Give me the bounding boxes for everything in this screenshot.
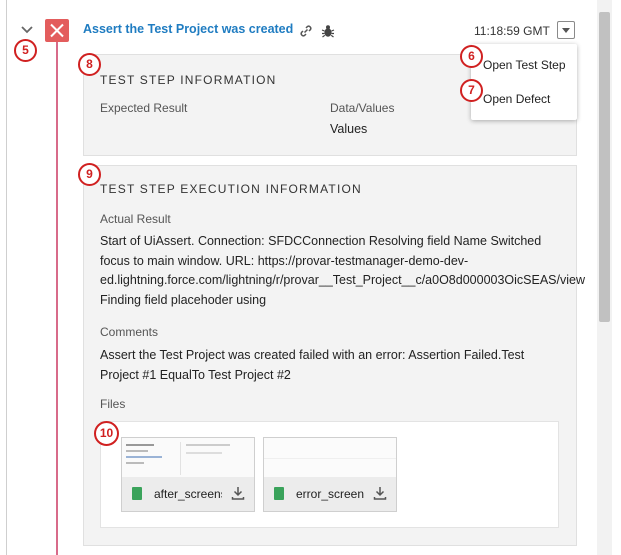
comments-text: Assert the Test Project was created fail… [100, 346, 570, 385]
actual-result-line: Finding field placehoder using [100, 292, 267, 307]
file-thumbnail-after-screenshot[interactable]: after_screenshot.png [121, 437, 255, 512]
files-label: Files [100, 397, 126, 411]
menu-item-open-test-step[interactable]: Open Test Step [483, 58, 566, 72]
actual-result-text: Start of UiAssert. Connection: SFDCConne… [100, 232, 597, 310]
screenshot-preview [122, 438, 254, 478]
comments-line: Assert the Test Project was created fail… [100, 348, 525, 362]
image-file-icon [132, 487, 142, 500]
actions-dropdown-menu: Open Test Step Open Defect [471, 44, 577, 120]
actual-result-line: focus to main window. URL: https://prova… [100, 253, 469, 268]
failed-status-icon[interactable] [45, 19, 69, 42]
actual-result-line: Start of UiAssert. Connection: SFDCConne… [100, 234, 542, 248]
file-footer: after_screenshot.png [122, 477, 254, 511]
actions-dropdown-button[interactable] [557, 21, 575, 39]
annotation-badge: 5 [14, 39, 37, 62]
bug-icon[interactable] [320, 23, 336, 39]
scrollbar-thumb[interactable] [599, 12, 610, 322]
timeline-line [56, 42, 58, 555]
file-thumbnail-error-screenshot[interactable]: error_screenshot.png [263, 437, 397, 512]
data-values-label: Data/Values [330, 101, 395, 115]
download-icon[interactable] [372, 485, 388, 501]
annotation-badge: 8 [78, 53, 101, 76]
step-timestamp: 11:18:59 GMT [474, 24, 550, 38]
download-icon[interactable] [230, 485, 246, 501]
data-values-value: Values [330, 122, 368, 136]
chevron-down-icon[interactable] [19, 22, 35, 38]
menu-item-open-defect[interactable]: Open Defect [483, 92, 550, 106]
test-step-information-heading: TEST STEP INFORMATION [100, 73, 277, 87]
close-icon [50, 23, 64, 38]
image-file-icon [274, 487, 284, 500]
comments-label: Comments [100, 325, 159, 339]
file-name[interactable]: after_screenshot.png [154, 487, 222, 501]
file-name[interactable]: error_screenshot.png [296, 487, 364, 501]
annotation-badge: 7 [460, 79, 483, 102]
actual-result-label: Actual Result [100, 212, 171, 226]
test-step-title-link[interactable]: Assert the Test Project was created [83, 22, 293, 36]
annotation-badge: 9 [78, 163, 101, 186]
test-step-execution-heading: TEST STEP EXECUTION INFORMATION [100, 182, 362, 196]
expected-result-label: Expected Result [100, 101, 188, 115]
comments-line: Project #1 EqualTo Test Project #2 [100, 367, 291, 382]
annotation-badge: 6 [460, 45, 483, 68]
file-footer: error_screenshot.png [264, 477, 396, 511]
screenshot-preview [264, 438, 396, 478]
annotation-badge: 10 [94, 421, 119, 446]
actual-result-line: ed.lightning.force.com/lightning/r/prova… [100, 273, 585, 287]
link-icon[interactable] [298, 23, 314, 39]
